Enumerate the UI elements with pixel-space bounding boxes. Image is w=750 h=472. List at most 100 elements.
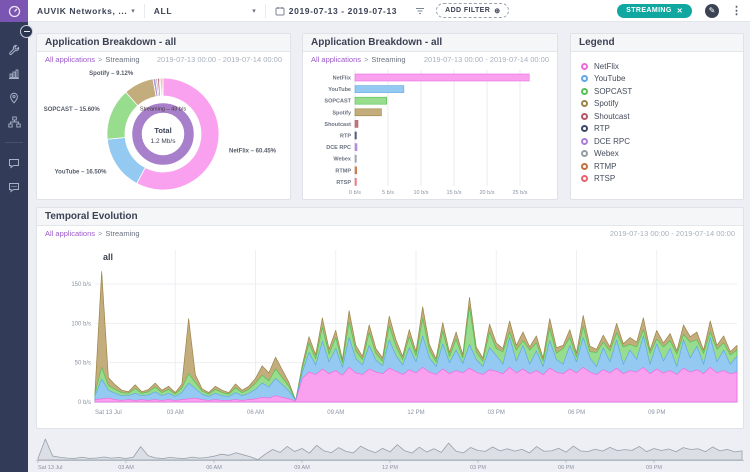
breadcrumb-all-applications[interactable]: All applications: [311, 55, 361, 64]
legend-color-icon: [581, 88, 588, 95]
close-icon[interactable]: ✕: [677, 7, 683, 15]
add-filter-button[interactable]: ADD FILTER ⊕: [434, 0, 518, 21]
sidebar-item-tools[interactable]: [0, 38, 28, 62]
svg-text:YouTube: YouTube: [328, 87, 351, 93]
sidebar-item-chat[interactable]: [0, 151, 28, 175]
scope-selector[interactable]: ALL ▾: [145, 0, 265, 21]
svg-text:Sat 13 Jul: Sat 13 Jul: [38, 465, 62, 471]
map-pin-icon: [8, 92, 20, 104]
legend-item-label: RTSP: [594, 174, 615, 183]
legend-item[interactable]: RTSP: [581, 173, 733, 186]
legend-item[interactable]: Webex: [581, 148, 733, 161]
donut-chart[interactable]: NetFlix – 60.45%YouTube – 16.50%SOPCAST …: [37, 66, 290, 198]
svg-text:Spotify: Spotify: [332, 110, 352, 116]
svg-text:09 PM: 09 PM: [648, 410, 665, 416]
svg-text:Spotify – 9.12%: Spotify – 9.12%: [89, 71, 134, 77]
streaming-filter-chip[interactable]: STREAMING ✕: [608, 0, 701, 21]
legend-color-icon: [581, 100, 588, 107]
sidebar-item-dashboard[interactable]: [0, 0, 28, 22]
svg-text:50 b/s: 50 b/s: [75, 361, 91, 367]
legend-color-icon: [581, 75, 588, 82]
sidebar-item-network-map[interactable]: [0, 110, 28, 134]
svg-text:03 AM: 03 AM: [118, 465, 134, 471]
legend-item[interactable]: SOPCAST: [581, 85, 733, 98]
svg-text:NetFlix: NetFlix: [333, 76, 352, 82]
legend-item-label: Shoutcast: [594, 112, 630, 121]
svg-text:5 b/s: 5 b/s: [382, 190, 394, 196]
filter-settings-button[interactable]: [406, 0, 434, 21]
panel-title: Application Breakdown - all: [311, 37, 442, 48]
legend-item[interactable]: RTMP: [581, 160, 733, 173]
legend-item-label: DCE RPC: [594, 137, 630, 146]
legend-color-icon: [581, 138, 588, 145]
breadcrumb-all-applications[interactable]: All applications: [45, 229, 95, 238]
edit-dashboard-button[interactable]: ✎: [701, 0, 723, 21]
legend-item-label: Spotify: [594, 99, 618, 108]
svg-text:06 PM: 06 PM: [568, 410, 585, 416]
svg-text:Streaming – 43 b/s: Streaming – 43 b/s: [140, 107, 186, 113]
legend-color-icon: [581, 125, 588, 132]
chat-icon: [8, 157, 20, 169]
plus-circle-icon: ⊕: [494, 7, 500, 15]
sidebar-item-locations[interactable]: [0, 86, 28, 110]
svg-text:150 b/s: 150 b/s: [71, 282, 91, 288]
network-selector-label: AUVIK Networks, ...: [37, 6, 127, 16]
panel-date-range: 2019-07-13 00:00 - 2019-07-14 00:00: [424, 55, 549, 64]
topbar: AUVIK Networks, ... ▾ ALL ▾ 2019-07-13 -…: [28, 0, 750, 22]
breadcrumb-current: Streaming: [371, 55, 405, 64]
legend-panel: Legend NetFlix YouTubeSOPCAST Spotify Shout…: [570, 33, 744, 200]
legend-color-icon: [581, 150, 588, 157]
svg-text:03 AM: 03 AM: [167, 410, 184, 416]
legend-item-label: NetFlix: [594, 62, 619, 71]
chat-dots-icon: [8, 181, 20, 193]
breadcrumb-separator: >: [98, 229, 102, 238]
legend-item-label: SOPCAST: [594, 87, 632, 96]
svg-text:25 b/s: 25 b/s: [513, 190, 528, 196]
svg-text:09 AM: 09 AM: [327, 410, 344, 416]
svg-text:06 AM: 06 AM: [206, 465, 222, 471]
sidebar-item-support[interactable]: [0, 175, 28, 199]
bar-chart[interactable]: 0 b/s 5 b/s 10 b/s 15 b/s 20 b/s 25 b/s NetFli…: [303, 66, 557, 198]
svg-text:SOPCAST – 15.60%: SOPCAST – 15.60%: [44, 107, 101, 113]
panel-title: Legend: [579, 37, 615, 48]
overview-chart-svg[interactable]: Sat 13 Jul03 AM06 AM09 AM12 PM03 PM06 PM…: [36, 435, 744, 471]
sitemap-icon: [8, 116, 21, 128]
wrench-icon: [8, 44, 20, 56]
svg-text:15 b/s: 15 b/s: [447, 190, 462, 196]
panel-date-range: 2019-07-13 00:00 - 2019-07-14 00:00: [157, 55, 282, 64]
svg-text:DCE RPC: DCE RPC: [326, 145, 351, 151]
kebab-menu-icon[interactable]: ⋮: [723, 4, 750, 17]
date-range-picker[interactable]: 2019-07-13 - 2019-07-13: [266, 0, 406, 21]
svg-text:NetFlix – 60.45%: NetFlix – 60.45%: [229, 148, 277, 154]
svg-text:10 b/s: 10 b/s: [414, 190, 429, 196]
chevron-down-icon: ▾: [131, 7, 135, 15]
svg-text:09 PM: 09 PM: [646, 465, 662, 471]
legend-item[interactable]: RTP: [581, 123, 733, 136]
sidebar-collapse-toggle[interactable]: [20, 25, 33, 38]
svg-text:Webex: Webex: [333, 157, 352, 163]
chart-icon: [8, 68, 20, 80]
breadcrumb-current: Streaming: [105, 229, 139, 238]
sidebar-item-reports[interactable]: [0, 62, 28, 86]
network-selector[interactable]: AUVIK Networks, ... ▾: [28, 0, 144, 21]
legend-item[interactable]: DCE RPC: [581, 135, 733, 148]
filter-lines-icon: [415, 7, 425, 15]
svg-text:RTSP: RTSP: [336, 180, 351, 186]
legend-item[interactable]: Spotify: [581, 98, 733, 111]
legend-item[interactable]: Shoutcast: [581, 110, 733, 123]
svg-text:Total: Total: [154, 126, 171, 135]
application-breakdown-bars-panel: Application Breakdown - all All applicat…: [302, 33, 558, 200]
svg-text:09 AM: 09 AM: [294, 465, 310, 471]
breadcrumb-separator: >: [364, 55, 368, 64]
legend-item[interactable]: NetFlix: [581, 60, 733, 73]
svg-text:0 b/s: 0 b/s: [349, 190, 361, 196]
svg-text:20 b/s: 20 b/s: [480, 190, 495, 196]
date-range-label: 2019-07-13 - 2019-07-13: [289, 6, 397, 16]
svg-text:100 b/s: 100 b/s: [71, 321, 91, 327]
temporal-area-chart[interactable]: 0 b/s50 b/s100 b/s150 b/sSat 13 Jul03 AM…: [37, 240, 743, 428]
panel-date-range: 2019-07-13 00:00 - 2019-07-14 00:00: [610, 229, 735, 238]
overview-brush-chart[interactable]: Sat 13 Jul03 AM06 AM09 AM12 PM03 PM06 PM…: [36, 435, 744, 471]
legend-item[interactable]: YouTube: [581, 73, 733, 86]
breadcrumb-all-applications[interactable]: All applications: [45, 55, 95, 64]
legend-item-label: RTMP: [594, 162, 617, 171]
